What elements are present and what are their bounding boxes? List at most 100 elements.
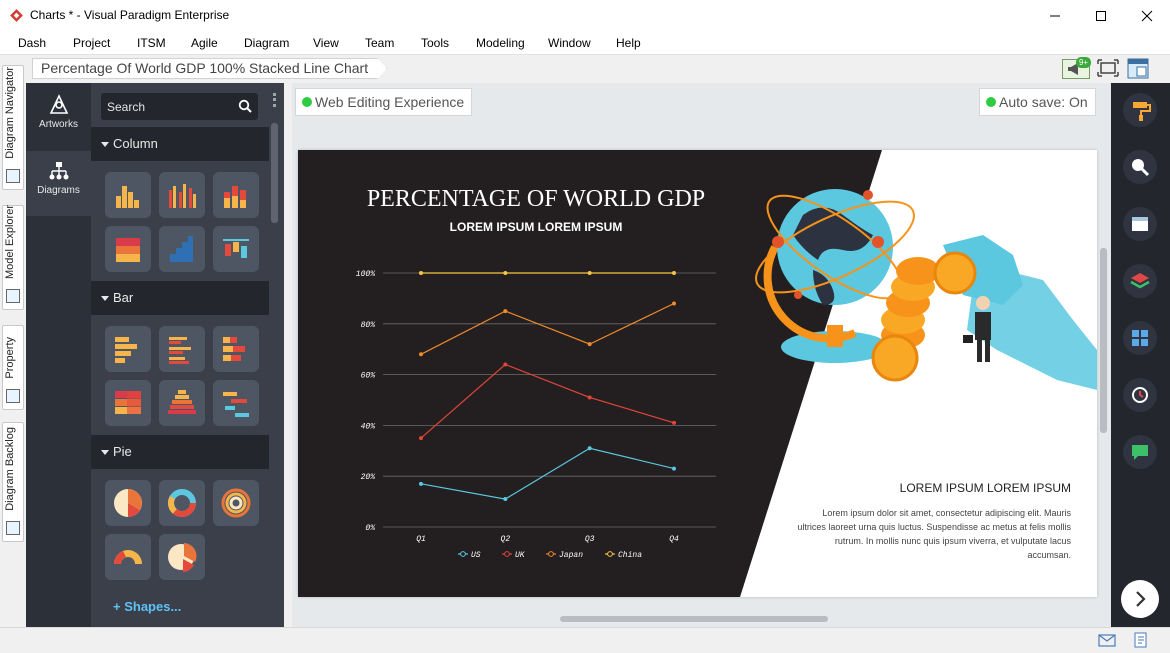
shape-bar-gantt[interactable] [213, 380, 259, 426]
exploded-pie-icon [168, 543, 197, 572]
shape-pie-ring[interactable] [213, 480, 259, 526]
search-input[interactable] [107, 99, 227, 114]
series-line-us [420, 447, 675, 500]
layout-view-icon[interactable] [1127, 58, 1149, 79]
category-bar[interactable]: Bar [91, 281, 269, 315]
shape-column-basic[interactable] [105, 172, 151, 218]
panel-splitter[interactable] [284, 83, 292, 627]
menu-project[interactable]: Project [73, 36, 110, 50]
history-button[interactable] [1123, 378, 1157, 412]
data-point [419, 352, 423, 357]
panel-menu-handle[interactable] [273, 93, 277, 107]
bar-chart-icon [115, 337, 137, 363]
menu-help[interactable]: Help [616, 36, 641, 50]
minimize-button[interactable] [1032, 0, 1078, 32]
fit-diagram-icon[interactable] [1097, 59, 1119, 77]
legend-label: Japan [559, 551, 583, 560]
menu-diagram[interactable]: Diagram [244, 36, 289, 50]
more-shapes-link[interactable]: + Shapes... [113, 599, 181, 614]
pie-chart-icon [114, 489, 142, 517]
stacked-bar-icon [223, 337, 245, 361]
shape-panel: Column Bar Pie [91, 83, 284, 627]
tab-diagram-navigator-label: Diagram Navigator [4, 67, 16, 159]
right-toolbar [1111, 83, 1170, 627]
zoom-button[interactable] [1123, 150, 1157, 184]
donut-chart-icon [168, 489, 196, 517]
shape-bar-pyramid[interactable] [159, 380, 205, 426]
horizontal-scrollbar[interactable] [560, 616, 828, 622]
menu-agile[interactable]: Agile [191, 36, 218, 50]
search-icon[interactable] [238, 99, 252, 113]
tab-property[interactable]: Property [2, 325, 24, 410]
shape-column-100-stacked[interactable] [105, 226, 151, 272]
search-box [101, 93, 258, 120]
status-dot-icon [986, 97, 996, 107]
diagram-canvas[interactable]: Web Editing Experience Auto save: On PER… [292, 83, 1111, 627]
x-tick-label: Q1 [416, 535, 426, 544]
shape-column-step[interactable] [159, 226, 205, 272]
notification-badge: 9+ [1076, 57, 1091, 68]
shape-column-gantt[interactable] [213, 226, 259, 272]
panel-view-button[interactable] [1123, 207, 1157, 241]
comments-button[interactable] [1123, 435, 1157, 469]
tab-diagram-backlog[interactable]: Diagram Backlog [2, 422, 24, 542]
y-tick-label: 60% [361, 372, 377, 381]
shape-bar-100-stacked[interactable] [105, 380, 151, 426]
expand-panel-button[interactable] [1121, 580, 1159, 618]
menu-dash[interactable]: Dash [18, 36, 46, 50]
format-painter-button[interactable] [1123, 93, 1157, 127]
legend-label: UK [515, 551, 526, 560]
full-stacked-column-icon [116, 238, 140, 262]
dashboard-button[interactable] [1123, 321, 1157, 355]
diagrams-icon [49, 162, 68, 180]
auto-save-badge[interactable]: Auto save: On [979, 88, 1096, 116]
side-heading: LOREM IPSUM LOREM IPSUM [899, 481, 1071, 495]
gantt-column-icon [223, 239, 249, 258]
rail-artworks-button[interactable]: Artworks [26, 85, 91, 150]
data-point [672, 466, 676, 471]
shape-pie-exploded[interactable] [159, 534, 205, 580]
close-button[interactable] [1124, 0, 1170, 32]
chevron-right-icon [1136, 591, 1146, 607]
shape-pie-half[interactable] [105, 534, 151, 580]
document-edit-icon[interactable] [1133, 631, 1149, 649]
window-title: Charts * - Visual Paradigm Enterprise [30, 8, 230, 22]
side-paragraph: Lorem ipsum dolor sit amet, consectetur … [797, 508, 1071, 560]
shape-bar-stacked[interactable] [213, 326, 259, 372]
tab-model-explorer[interactable]: Model Explorer [2, 205, 24, 310]
data-point [587, 342, 592, 347]
menu-view[interactable]: View [313, 36, 339, 50]
zoom-icon [1132, 159, 1150, 177]
category-column[interactable]: Column [91, 127, 269, 161]
menu-tools[interactable]: Tools [421, 36, 449, 50]
stacked-column-icon [224, 186, 246, 208]
y-tick-label: 0% [365, 524, 376, 533]
legend-marker [460, 551, 466, 557]
rail-diagrams-button[interactable]: Diagrams [26, 151, 91, 216]
web-editing-badge[interactable]: Web Editing Experience [295, 88, 473, 116]
data-point [587, 395, 592, 400]
maximize-button[interactable] [1078, 0, 1124, 32]
notification-button[interactable]: 9+ [1062, 57, 1091, 79]
tab-diagram-navigator[interactable]: Diagram Navigator [2, 65, 24, 190]
shape-bar-basic[interactable] [105, 326, 151, 372]
menu-team[interactable]: Team [365, 36, 394, 50]
breadcrumb[interactable]: Percentage Of World GDP 100% Stacked Lin… [32, 58, 387, 79]
shape-column-stacked[interactable] [213, 172, 259, 218]
layers-button[interactable] [1123, 264, 1157, 298]
shape-panel-scrollbar[interactable] [271, 123, 278, 223]
shape-pie-basic[interactable] [105, 480, 151, 526]
menu-window[interactable]: Window [548, 36, 591, 50]
slide[interactable]: PERCENTAGE OF WORLD GDP LOREM IPSUM LORE… [298, 150, 1097, 597]
category-pie[interactable]: Pie [91, 435, 269, 469]
vertical-scrollbar[interactable] [1100, 248, 1107, 433]
shape-bar-grouped[interactable] [159, 326, 205, 372]
mail-icon[interactable] [1098, 634, 1116, 647]
shape-column-grouped[interactable] [159, 172, 205, 218]
legend-label: China [618, 551, 642, 560]
menu-modeling[interactable]: Modeling [476, 36, 525, 50]
menu-itsm[interactable]: ITSM [137, 36, 166, 50]
half-donut-icon [114, 550, 142, 564]
maximize-icon [1096, 11, 1106, 21]
shape-pie-donut[interactable] [159, 480, 205, 526]
